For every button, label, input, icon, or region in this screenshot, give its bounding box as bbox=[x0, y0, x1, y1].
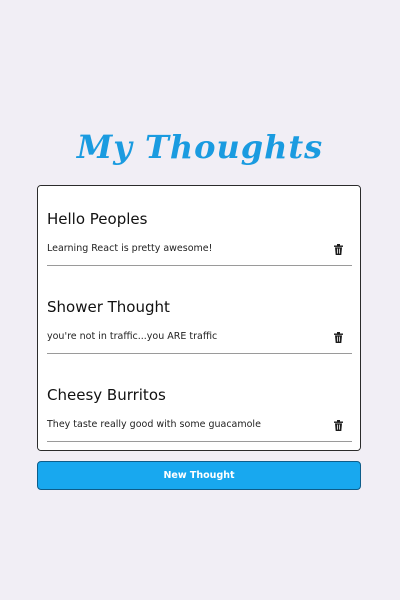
thought-card: Cheesy Burritos They taste really good w… bbox=[38, 362, 360, 450]
divider bbox=[47, 265, 352, 266]
divider bbox=[47, 353, 352, 354]
thought-body: you're not in traffic...you ARE traffic bbox=[47, 331, 218, 342]
thought-list: Hello Peoples Learning React is pretty a… bbox=[37, 185, 361, 451]
thought-card: Shower Thought you're not in traffic...y… bbox=[38, 274, 360, 362]
trash-icon[interactable] bbox=[334, 420, 343, 431]
thought-card: Hello Peoples Learning React is pretty a… bbox=[38, 186, 360, 274]
page-title: My Thoughts bbox=[76, 128, 324, 166]
trash-icon[interactable] bbox=[334, 332, 343, 343]
thought-title: Hello Peoples bbox=[47, 210, 148, 228]
new-thought-button[interactable]: New Thought bbox=[37, 461, 361, 490]
app-page: My Thoughts Hello Peoples Learning React… bbox=[0, 0, 400, 600]
trash-icon[interactable] bbox=[334, 244, 343, 255]
divider bbox=[47, 441, 352, 442]
thought-title: Shower Thought bbox=[47, 298, 170, 316]
thought-title: Cheesy Burritos bbox=[47, 386, 166, 404]
thought-body: Learning React is pretty awesome! bbox=[47, 243, 213, 254]
thought-body: They taste really good with some guacamo… bbox=[47, 419, 261, 430]
